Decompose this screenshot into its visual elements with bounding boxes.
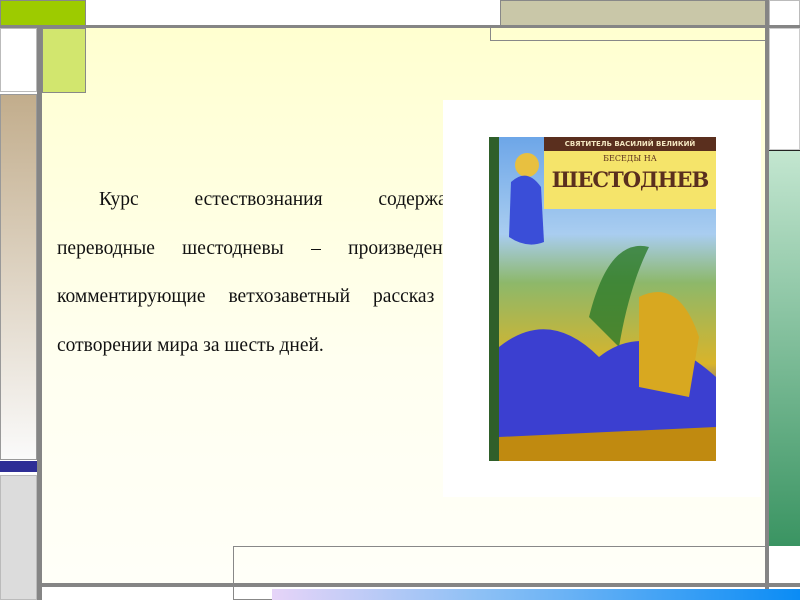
light-green-block [42,28,86,93]
divider-vertical-right [765,0,769,589]
figure-shape [509,175,544,245]
white-right-block [769,28,800,150]
halo-shape [515,153,539,177]
tan-gradient-block [0,94,37,460]
paragraph: Курс естествознания содержали переводные… [57,189,467,356]
rock-shape [639,292,699,397]
slide-body-text: Курс естествознания содержали переводные… [57,176,467,370]
bottom-gradient-bar [272,589,800,600]
book-title: ШЕСТОДНЕВ [551,167,710,192]
tan-top-block [500,0,766,26]
book-subtitle: БЕСЕДЫ НА [603,154,657,163]
green-corner-block [0,0,86,26]
book-cover-image: СВЯТИТЕЛЬ ВАСИЛИЙ ВЕЛИКИЙ БЕСЕДЫ НА ШЕСТ… [489,137,716,461]
gray-left-block [0,475,37,600]
green-gradient-block [769,150,800,546]
divider-horizontal-top [0,25,800,28]
book-author: СВЯТИТЕЛЬ ВАСИЛИЙ ВЕЛИКИЙ [544,137,716,151]
white-top-right-block [769,0,800,26]
divider-vertical-left [37,28,42,600]
blue-band [0,461,37,472]
top-outline-box [490,28,766,41]
book-title-box: БЕСЕДЫ НА ШЕСТОДНЕВ [544,151,716,209]
white-left-block [0,28,37,92]
